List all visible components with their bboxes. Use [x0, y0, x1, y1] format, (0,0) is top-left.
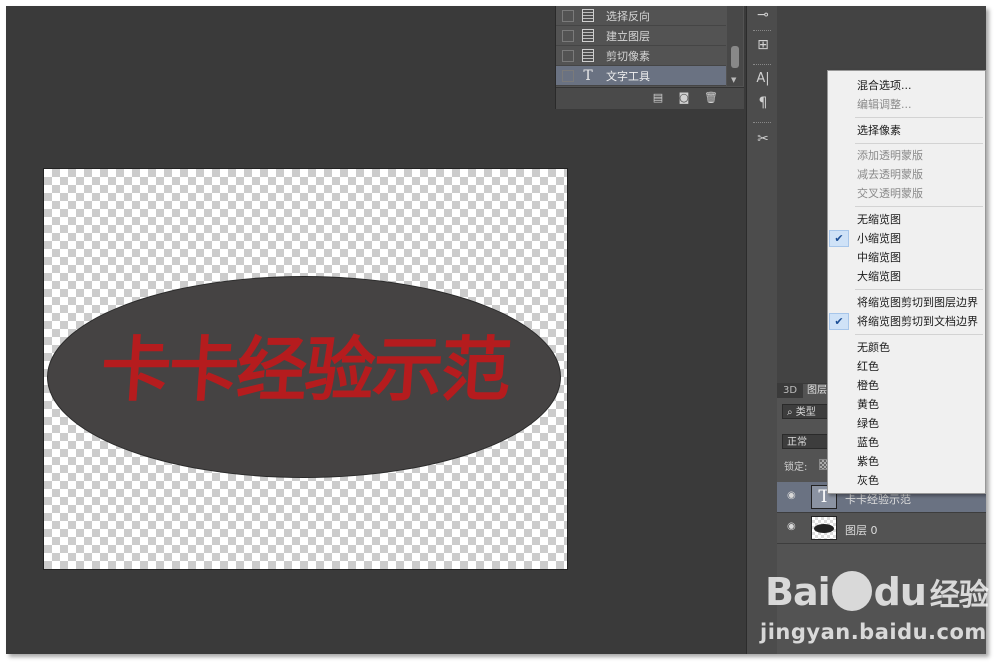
menu-item-medium-thumbnail[interactable]: 中缩览图 — [828, 248, 985, 267]
layer-row-image[interactable]: ◉ 图层 0 — [777, 513, 986, 544]
history-item-0[interactable]: 选择反向 — [556, 6, 726, 26]
brush-preset-icon[interactable]: ⊸ — [754, 6, 772, 24]
strip-grip[interactable] — [753, 122, 771, 125]
tool-preset-icon[interactable]: ✂ — [754, 130, 772, 148]
menu-separator — [855, 334, 983, 335]
menu-item-blending-options[interactable]: 混合选项... — [828, 76, 985, 95]
history-item-label: 选择反向 — [606, 9, 650, 23]
paw-icon — [831, 571, 872, 611]
menu-item-edit-adjustment[interactable]: 编辑调整... — [828, 95, 985, 114]
new-document-from-state-icon[interactable]: ▤ — [652, 92, 664, 104]
trash-icon[interactable]: 🗑 — [704, 92, 718, 104]
document-icon — [582, 9, 594, 22]
menu-item-intersect-transparency-mask[interactable]: 交叉透明蒙版 — [828, 184, 985, 203]
clone-source-icon[interactable]: ⊞ — [754, 36, 772, 54]
tab-3d[interactable]: 3D — [779, 384, 801, 398]
panel-icon-strip: ⊸ ⊞ A| ¶ ✂ — [746, 6, 778, 654]
photoshop-window: 选择反向 建立图层 剪切像素 T 文字工具 ▼ ▤ ◙ 🗑 ⊸ ⊞ A| ¶ ✂… — [6, 6, 986, 654]
character-icon[interactable]: A| — [754, 70, 772, 88]
checkmark-icon: ✔ — [829, 230, 849, 247]
menu-item-select-pixels[interactable]: 选择像素 — [828, 121, 985, 140]
menu-separator — [855, 143, 983, 144]
camera-icon[interactable]: ◙ — [678, 92, 690, 104]
menu-item-yellow[interactable]: 黄色 — [828, 395, 985, 414]
strip-grip[interactable] — [753, 64, 771, 67]
history-item-label: 剪切像素 — [606, 49, 650, 63]
logo-text-cn: 经验 — [929, 578, 989, 613]
layer-kind-filter[interactable]: ⌕ 类型 — [782, 404, 830, 419]
menu-item-clip-to-document-bounds[interactable]: ✔ 将缩览图剪切到文档边界 — [828, 312, 985, 331]
menu-item-green[interactable]: 绿色 — [828, 414, 985, 433]
history-panel: 选择反向 建立图层 剪切像素 T 文字工具 ▼ ▤ ◙ 🗑 — [555, 6, 744, 109]
layer-name: 图层 0 — [845, 524, 878, 537]
history-item-3[interactable]: T 文字工具 — [556, 66, 726, 86]
history-item-label: 文字工具 — [606, 69, 650, 83]
menu-item-no-thumbnail[interactable]: 无缩览图 — [828, 210, 985, 229]
menu-item-gray[interactable]: 灰色 — [828, 471, 985, 490]
baidu-jingyan-logo: Bai du 经验 — [765, 570, 989, 614]
history-checkbox[interactable] — [562, 29, 574, 42]
blend-mode-select[interactable]: 正常 — [782, 434, 830, 449]
menu-item-label: 将缩览图剪切到文档边界 — [857, 315, 978, 328]
lock-label: 锁定: — [784, 462, 808, 473]
scroll-down-arrow-icon[interactable]: ▼ — [731, 76, 736, 84]
menu-item-red[interactable]: 红色 — [828, 357, 985, 376]
menu-item-blue[interactable]: 蓝色 — [828, 433, 985, 452]
layer-context-menu: 混合选项... 编辑调整... 选择像素 添加透明蒙版 减去透明蒙版 交叉透明蒙… — [827, 70, 986, 494]
menu-separator — [855, 206, 983, 207]
kind-label: 类型 — [795, 407, 816, 418]
menu-item-violet[interactable]: 紫色 — [828, 452, 985, 471]
scroll-thumb[interactable] — [731, 46, 739, 68]
history-item-1[interactable]: 建立图层 — [556, 26, 726, 46]
document-icon — [582, 49, 594, 62]
history-checkbox[interactable] — [562, 49, 574, 62]
menu-item-orange[interactable]: 橙色 — [828, 376, 985, 395]
canvas-text-layer: 卡卡经验示范 — [98, 329, 512, 411]
menu-separator — [855, 117, 983, 118]
menu-item-clip-to-layer-bounds[interactable]: 将缩览图剪切到图层边界 — [828, 293, 985, 312]
history-checkbox[interactable] — [562, 9, 574, 22]
menu-item-large-thumbnail[interactable]: 大缩览图 — [828, 267, 985, 286]
type-icon: T — [583, 67, 593, 84]
logo-text-right: du — [873, 570, 927, 614]
menu-item-small-thumbnail[interactable]: ✔ 小缩览图 — [828, 229, 985, 248]
menu-separator — [855, 289, 983, 290]
logo-text-left: Bai — [765, 570, 831, 614]
strip-grip[interactable] — [753, 30, 771, 33]
document-canvas[interactable]: 卡卡经验示范 — [44, 169, 567, 569]
watermark-url: jingyan.baidu.com — [760, 620, 987, 644]
image-layer-thumbnail — [811, 516, 837, 540]
paragraph-icon[interactable]: ¶ — [754, 94, 772, 112]
eye-icon[interactable]: ◉ — [787, 522, 799, 532]
history-footer: ▤ ◙ 🗑 — [556, 87, 744, 109]
history-item-label: 建立图层 — [606, 29, 650, 43]
menu-item-subtract-transparency-mask[interactable]: 减去透明蒙版 — [828, 165, 985, 184]
menu-item-label: 小缩览图 — [857, 232, 901, 245]
history-scrollbar[interactable]: ▼ — [727, 6, 743, 86]
eye-icon[interactable]: ◉ — [787, 491, 799, 501]
history-item-2[interactable]: 剪切像素 — [556, 46, 726, 66]
menu-item-add-transparency-mask[interactable]: 添加透明蒙版 — [828, 146, 985, 165]
checkmark-icon: ✔ — [829, 313, 849, 330]
history-checkbox[interactable] — [562, 69, 574, 82]
document-icon — [582, 29, 594, 42]
ellipse-thumbnail — [814, 524, 834, 533]
menu-item-no-color[interactable]: 无颜色 — [828, 338, 985, 357]
